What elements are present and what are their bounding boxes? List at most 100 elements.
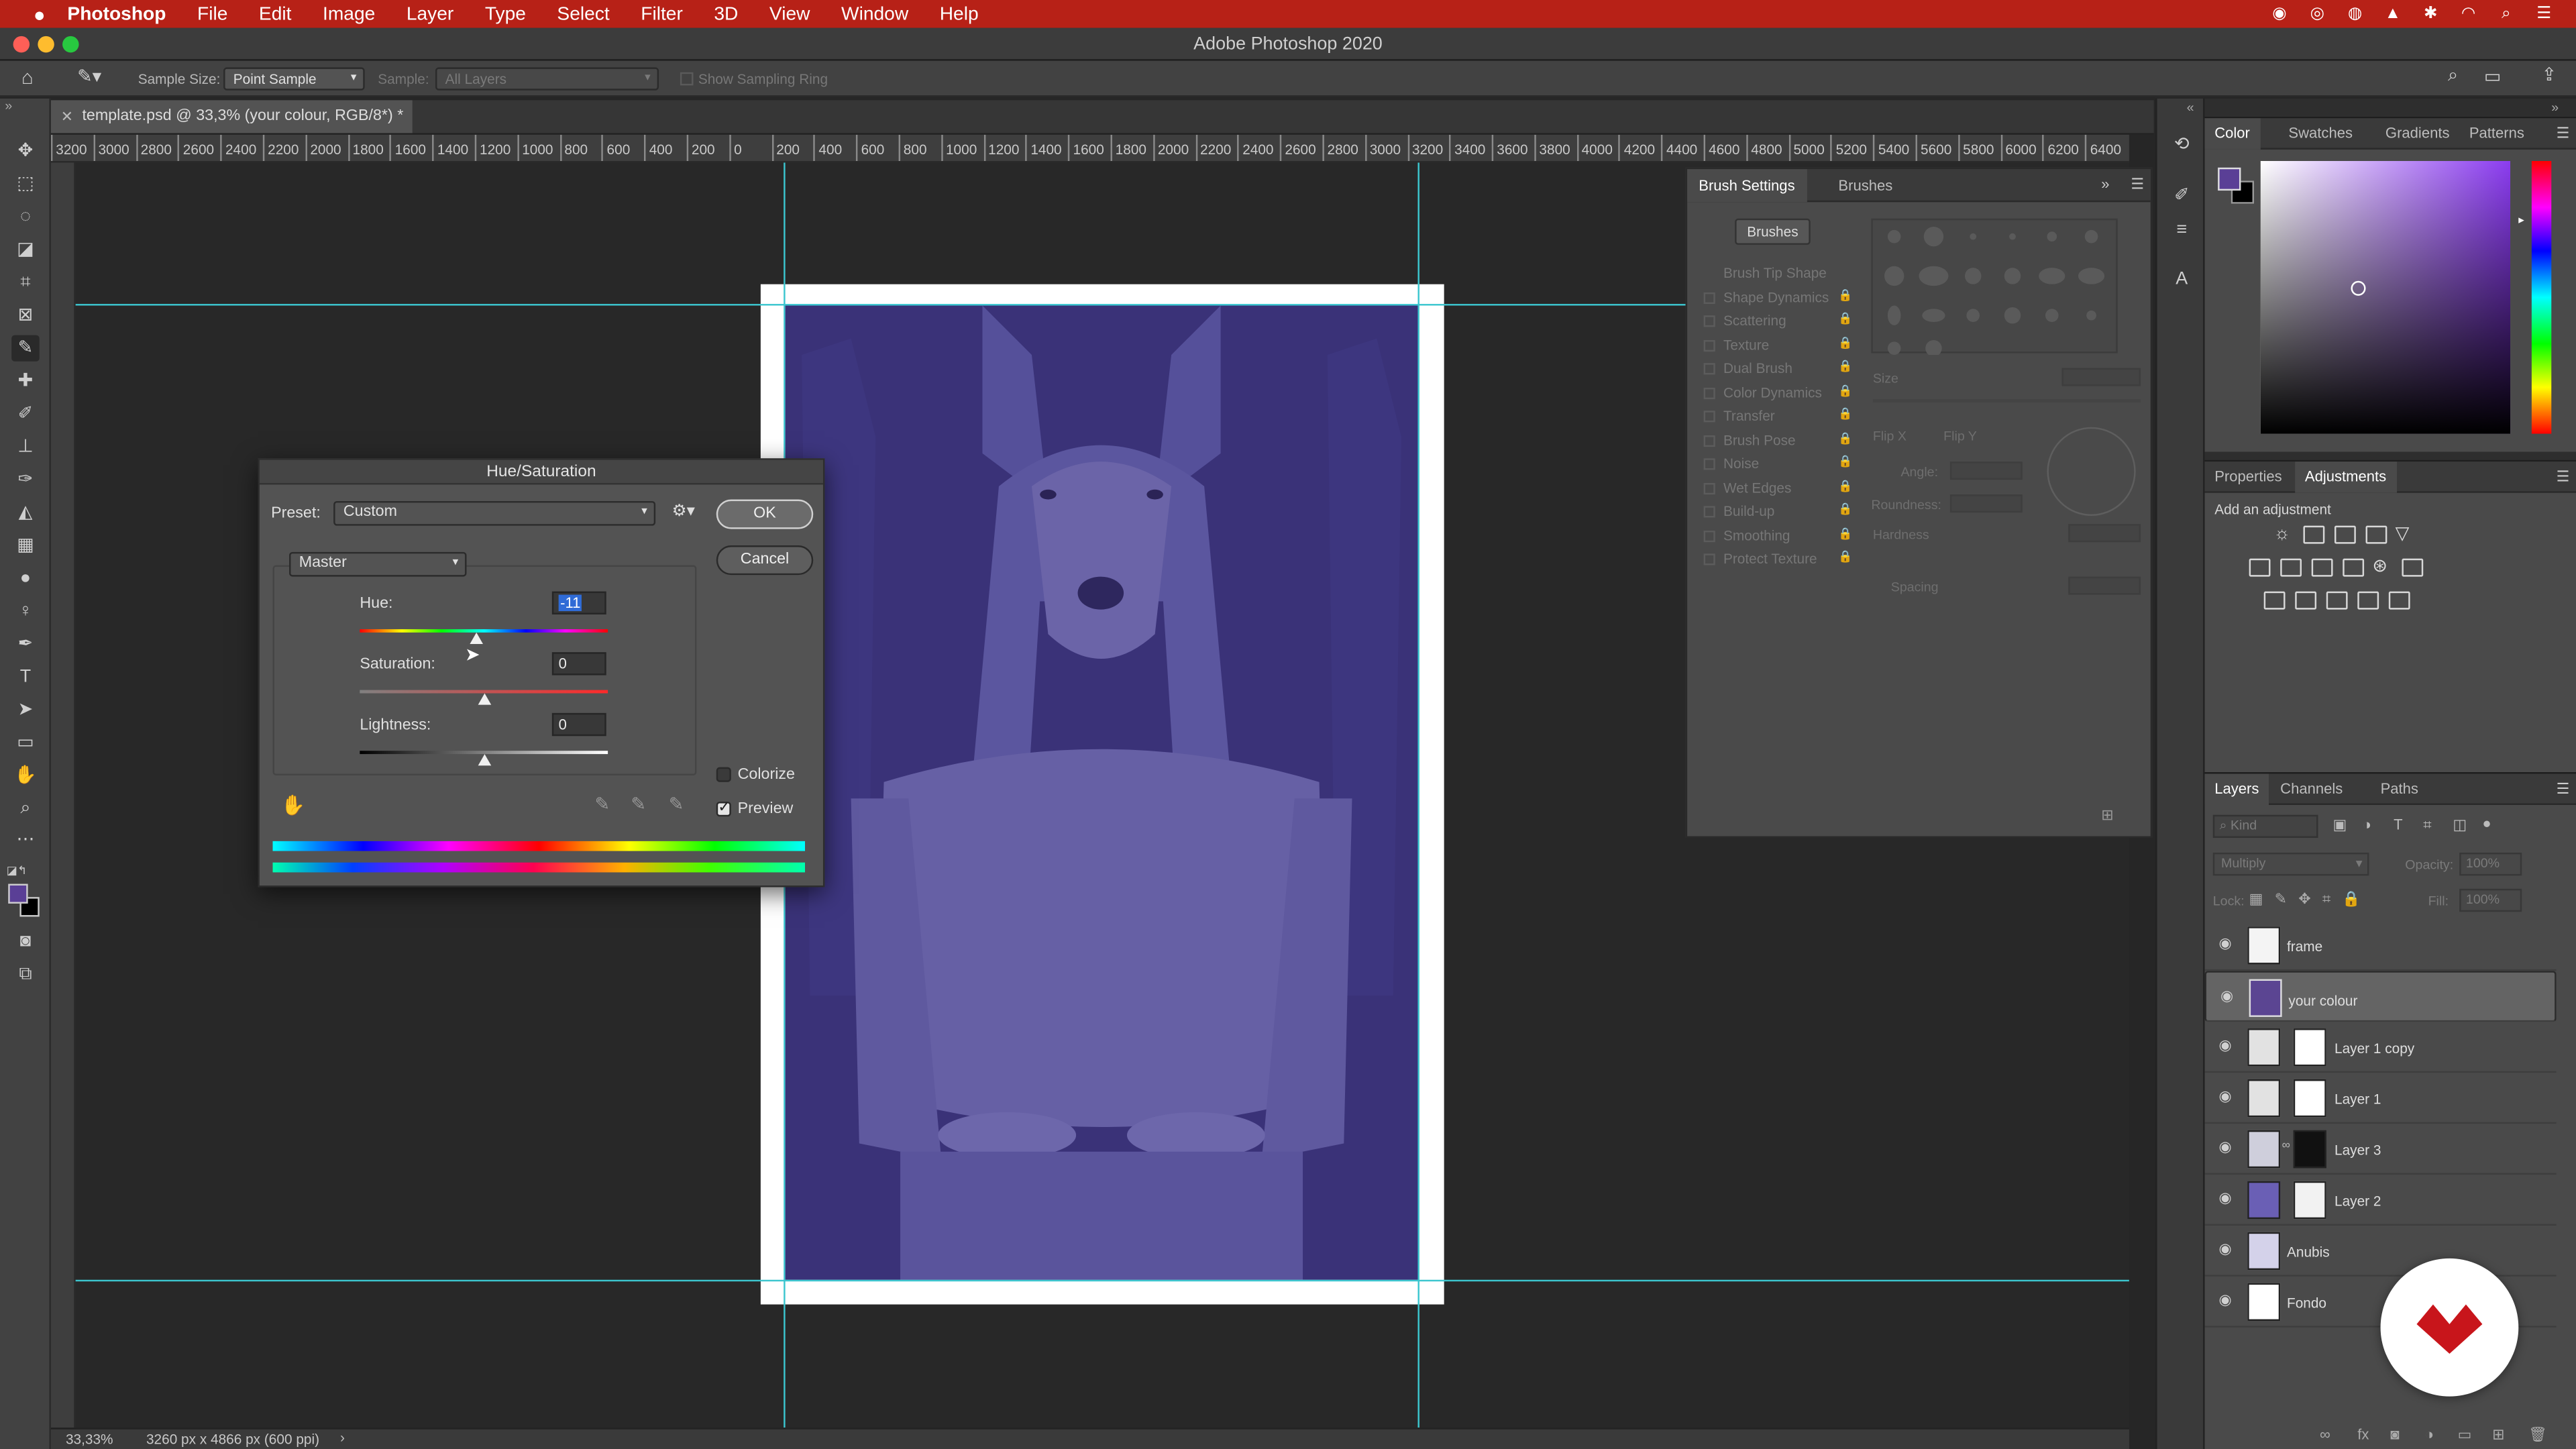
home-icon[interactable]: ⌂	[21, 66, 34, 89]
color-lookup-icon[interactable]	[2402, 558, 2424, 577]
hue-slider[interactable]	[2531, 161, 2552, 434]
menu-help[interactable]: Help	[940, 4, 979, 23]
panel-menu-icon[interactable]: ☰	[2557, 780, 2570, 798]
vertical-ruler[interactable]	[50, 162, 76, 1428]
adobe-icon[interactable]: ▲	[2383, 5, 2402, 23]
visibility-eye-icon[interactable]: ◉	[2216, 1292, 2235, 1307]
apple-icon[interactable]: ●	[26, 3, 52, 25]
control-center-icon[interactable]: ☰	[2535, 5, 2553, 23]
panel-menu-icon[interactable]: ☰	[2557, 468, 2570, 486]
targeted-adjustment-hand-icon[interactable]: ✋	[281, 794, 306, 816]
document-tab[interactable]: ✕ template.psd @ 33,3% (your colour, RGB…	[50, 100, 413, 133]
creative-cloud-icon[interactable]: ◉	[2270, 5, 2288, 23]
foreground-color-swatch[interactable]	[8, 883, 28, 904]
horizontal-ruler[interactable]: 3200 3000 2800 2600 2400 2200 2000 1800 1600 1400…	[50, 134, 2129, 163]
photo-filter-icon[interactable]	[2343, 558, 2365, 577]
expand-panel-icon[interactable]: »	[2101, 176, 2109, 192]
layer-row-frame[interactable]: ◉ frame	[2204, 920, 2557, 971]
tab-adjustments[interactable]: Adjustments	[2295, 462, 2396, 493]
channel-mixer-icon[interactable]: ⊛	[2372, 555, 2387, 576]
layer-row-layer-2[interactable]: ◉ Layer 2	[2204, 1175, 2557, 1226]
posterize-icon[interactable]	[2295, 591, 2317, 610]
noise-item[interactable]: Noise 🔒	[1703, 455, 1853, 472]
visibility-eye-icon[interactable]: ◉	[2216, 1190, 2235, 1205]
frame-tool-icon[interactable]: ⊠	[11, 303, 40, 329]
tab-patterns[interactable]: Patterns	[2459, 118, 2534, 150]
size-slider[interactable]	[1872, 399, 2141, 403]
menu-file[interactable]: File	[197, 4, 227, 23]
gradient-tool-icon[interactable]: ▦	[11, 532, 40, 558]
character-panel-icon[interactable]: A	[2169, 266, 2195, 292]
scattering-item[interactable]: Scattering 🔒	[1703, 312, 1853, 329]
link-icon[interactable]: ∞	[2282, 1140, 2290, 1152]
hue-saturation-icon[interactable]	[2249, 558, 2271, 577]
lightness-input[interactable]: 0	[551, 712, 606, 737]
visibility-eye-icon[interactable]: ◉	[2218, 988, 2236, 1003]
brush-angle-preview[interactable]	[2047, 427, 2136, 516]
vibrance-icon[interactable]: ▽	[2396, 523, 2410, 543]
tab-channels[interactable]: Channels	[2270, 773, 2353, 805]
layer-row-layer-1-copy[interactable]: ◉ Layer 1 copy	[2204, 1022, 2557, 1073]
wet-edges-item[interactable]: Wet Edges 🔒	[1703, 480, 1853, 496]
new-group-icon[interactable]: ▭	[2458, 1426, 2472, 1444]
eyedropper-add-icon[interactable]: ✎	[631, 794, 646, 814]
more-tools-icon[interactable]: ⋯	[11, 826, 40, 853]
hue-slider-arrow-icon[interactable]: ▸	[2518, 213, 2524, 227]
layer-mask-thumbnail[interactable]	[2293, 1028, 2326, 1067]
selective-color-icon[interactable]	[2357, 591, 2379, 610]
eyedropper-icon[interactable]: ✎	[595, 794, 610, 814]
layer-mask-thumbnail[interactable]	[2293, 1181, 2326, 1220]
foreground-color-chip[interactable]	[2218, 167, 2241, 191]
invert-icon[interactable]	[2263, 591, 2286, 610]
dodge-tool-icon[interactable]: ♀	[11, 598, 40, 624]
menu-type[interactable]: Type	[485, 4, 526, 23]
layer-mask-thumbnail[interactable]	[2293, 1130, 2326, 1169]
record-icon[interactable]: ◍	[2346, 5, 2364, 23]
sample-select[interactable]: All Layers ▾	[435, 67, 659, 91]
visibility-eye-icon[interactable]: ◉	[2216, 1088, 2235, 1103]
colorize-label[interactable]: Colorize	[738, 765, 795, 784]
black-white-icon[interactable]	[2311, 558, 2333, 577]
spacing-label[interactable]: Spacing	[1891, 580, 1939, 594]
chevron-right-icon[interactable]: ›	[340, 1430, 345, 1446]
workspace-icon[interactable]: ▭	[2484, 66, 2501, 87]
visibility-eye-icon[interactable]: ◉	[2216, 1139, 2235, 1154]
wifi-icon[interactable]: ◠	[2459, 5, 2477, 23]
color-balance-icon[interactable]	[2280, 558, 2302, 577]
quick-mask-icon[interactable]: ◙	[11, 928, 40, 955]
brush-tool-icon[interactable]: ✐	[11, 401, 40, 427]
color-picker-ring[interactable]	[2351, 280, 2366, 296]
hue-input[interactable]: -11	[551, 591, 606, 614]
brush-settings-panel-icon[interactable]: ≡	[2169, 217, 2195, 243]
brush-pose-item[interactable]: Brush Pose 🔒	[1703, 432, 1853, 449]
color-field[interactable]	[2260, 161, 2511, 434]
filter-smart-object-icon[interactable]: ◫	[2453, 816, 2467, 835]
tab-properties[interactable]: Properties	[2205, 462, 2292, 493]
guide-horizontal-top[interactable]	[75, 304, 1686, 306]
quick-select-tool-icon[interactable]: ◪	[11, 237, 40, 263]
tab-swatches[interactable]: Swatches	[2279, 118, 2363, 150]
protect-texture-item[interactable]: Protect Texture 🔒	[1703, 550, 1853, 567]
preset-select[interactable]: Custom ▾	[333, 500, 656, 526]
tab-gradients[interactable]: Gradients	[2375, 118, 2459, 150]
menu-layer[interactable]: Layer	[407, 4, 453, 23]
default-colors-icon[interactable]: ◪↰	[7, 864, 28, 877]
history-brush-tool-icon[interactable]: ✑	[11, 467, 40, 493]
angle-input[interactable]	[1949, 462, 2023, 480]
bluetooth-icon[interactable]: ✱	[2422, 5, 2440, 23]
visibility-eye-icon[interactable]: ◉	[2216, 1241, 2235, 1256]
new-brush-icon[interactable]: ⊞	[2101, 806, 2113, 824]
ok-button[interactable]: OK	[716, 499, 814, 529]
filter-toggle-icon[interactable]: ●	[2482, 815, 2491, 831]
texture-item[interactable]: Texture 🔒	[1703, 337, 1853, 354]
flip-y-label[interactable]: Flip Y	[1943, 429, 1977, 443]
move-tool-icon[interactable]: ✥	[11, 138, 40, 164]
colorize-checkbox[interactable]	[716, 767, 731, 782]
search-icon[interactable]: ⌕	[2448, 66, 2458, 87]
smoothing-item[interactable]: Smoothing 🔒	[1703, 527, 1853, 544]
layer-row-your-colour[interactable]: ◉ your colour	[2204, 971, 2557, 1022]
visibility-eye-icon[interactable]: ◉	[2216, 1038, 2235, 1053]
lock-options-icons[interactable]: ▦✎✥⌗🔒	[2249, 890, 2372, 908]
menu-app-photoshop[interactable]: Photoshop	[67, 4, 166, 23]
preview-checkbox[interactable]: ✓	[716, 798, 731, 817]
